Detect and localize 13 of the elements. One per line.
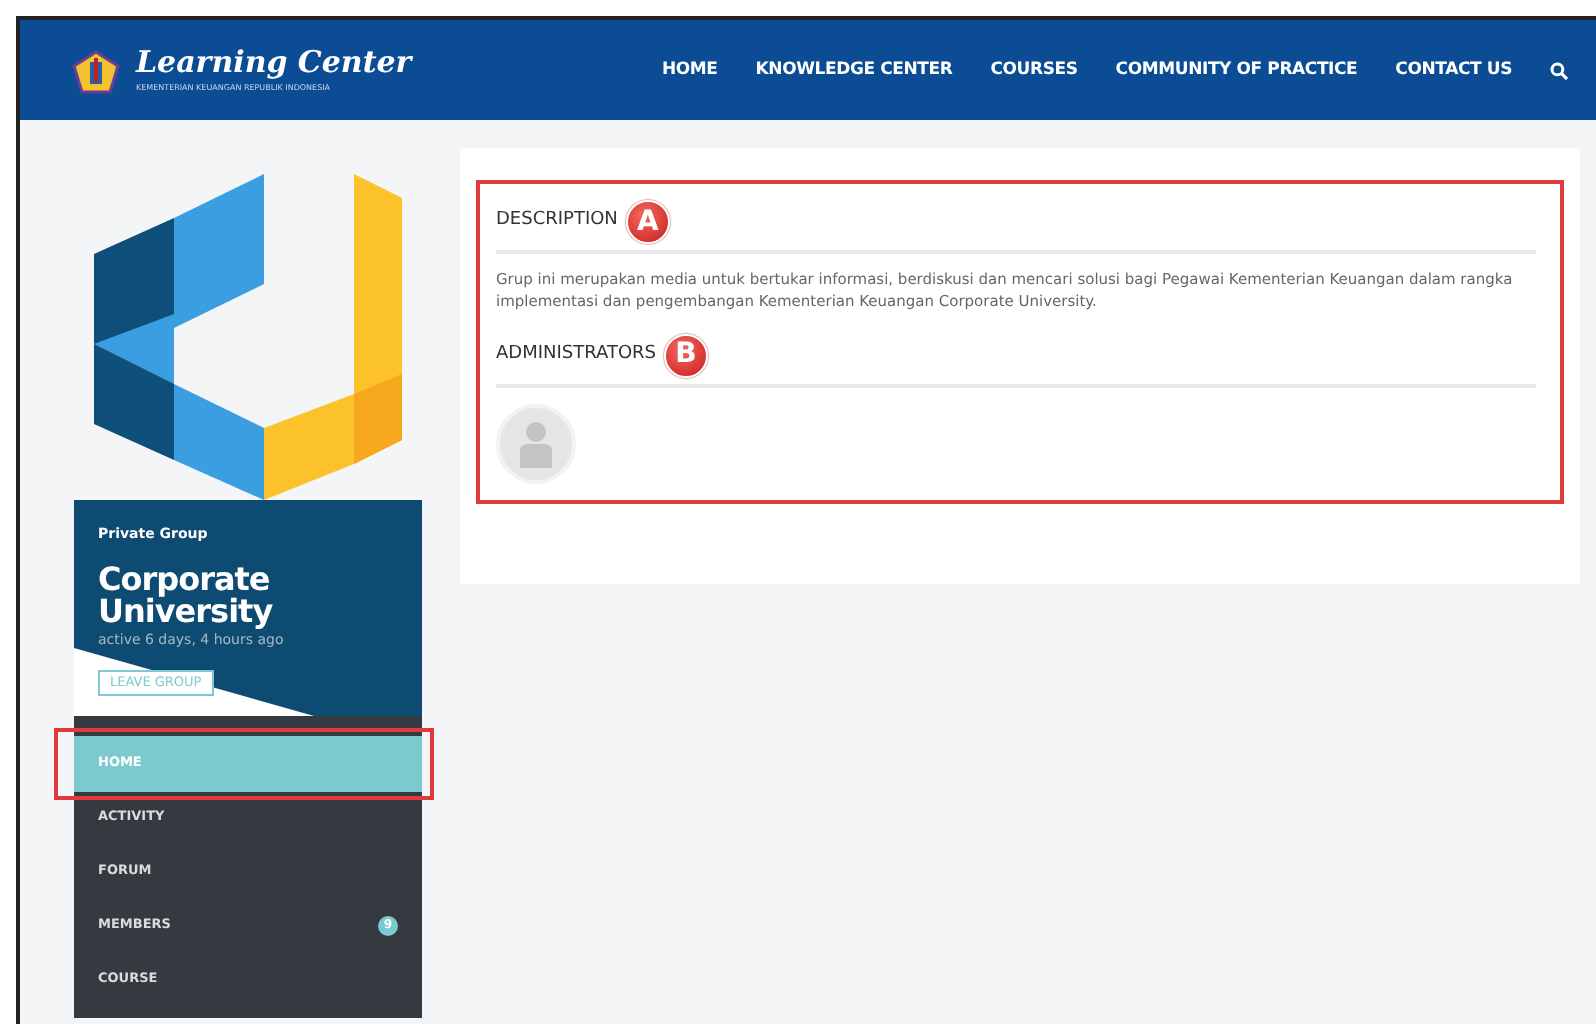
nav-link[interactable]: HOME [661, 57, 718, 83]
annotation-marker: A [625, 200, 670, 244]
emblem-icon [72, 49, 120, 94]
nav-link[interactable]: KNOWLEDGE CENTER [755, 57, 953, 83]
group-name: Corporate University [98, 563, 275, 631]
annotation-marker: B [664, 333, 708, 378]
nav-link[interactable]: COMMUNITY OF PRACTICE [1115, 57, 1358, 83]
logo-title: Learning Center [136, 48, 412, 78]
section-heading: ADMINISTRATORS [496, 342, 656, 368]
nav-link[interactable]: CONTACT US [1395, 57, 1512, 83]
nav-link[interactable]: COURSES [990, 57, 1078, 83]
section-heading: DESCRIPTION [496, 208, 618, 235]
search-icon[interactable] [1550, 62, 1568, 81]
